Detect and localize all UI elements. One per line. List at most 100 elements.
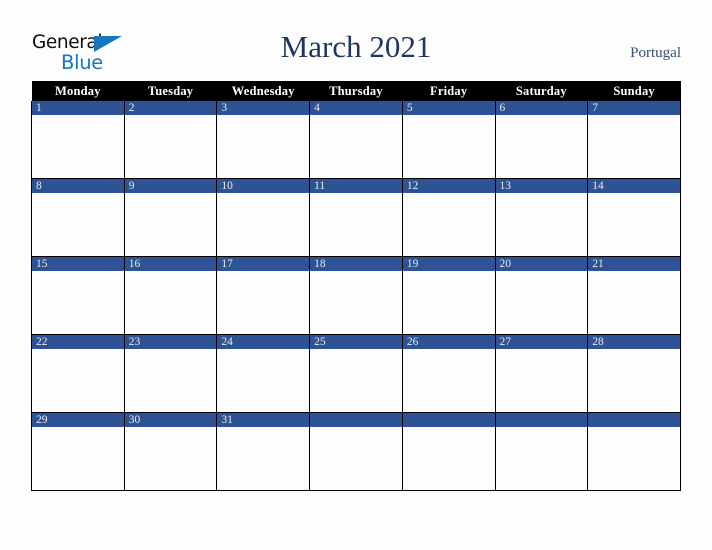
calendar-day-cell[interactable]: 28 — [587, 334, 681, 413]
day-cell-inner: 28 — [588, 335, 680, 412]
day-notes-area[interactable] — [124, 349, 217, 412]
day-cell-inner: 15 — [32, 257, 124, 334]
calendar-day-cell[interactable]: 7 — [587, 101, 681, 179]
calendar-day-cell[interactable]: 31 — [216, 412, 311, 491]
calendar-day-cell[interactable]: 22 — [31, 334, 125, 413]
day-number: 3 — [217, 101, 310, 115]
day-notes-area[interactable] — [32, 193, 124, 256]
calendar-header-row: Monday Tuesday Wednesday Thursday Friday Satu… — [31, 81, 681, 101]
day-number — [588, 413, 680, 427]
day-notes-area[interactable] — [124, 427, 217, 490]
day-notes-area[interactable] — [217, 271, 310, 334]
day-notes-area[interactable] — [588, 115, 680, 178]
weekday-header-wednesday: Wednesday — [216, 81, 310, 101]
calendar-empty-cell[interactable] — [587, 412, 681, 491]
calendar-day-cell[interactable]: 5 — [401, 101, 496, 179]
day-notes-area[interactable] — [217, 427, 310, 490]
day-notes-area[interactable] — [310, 193, 402, 256]
day-number: 1 — [32, 101, 124, 115]
day-notes-area[interactable] — [402, 193, 495, 256]
day-cell-inner: 13 — [495, 179, 588, 256]
day-notes-area[interactable] — [588, 427, 680, 490]
calendar-day-cell[interactable]: 14 — [587, 178, 681, 257]
page-header: General Blue March 2021 Portugal — [0, 0, 712, 81]
day-cell-inner — [588, 413, 680, 490]
calendar-day-cell[interactable]: 13 — [494, 178, 589, 257]
calendar-day-cell[interactable]: 20 — [494, 256, 589, 335]
day-cell-inner: 26 — [402, 335, 495, 412]
day-notes-area[interactable] — [310, 427, 402, 490]
day-notes-area[interactable] — [32, 427, 124, 490]
calendar-day-cell[interactable]: 26 — [401, 334, 496, 413]
day-notes-area[interactable] — [124, 271, 217, 334]
day-notes-area[interactable] — [124, 115, 217, 178]
day-cell-inner: 27 — [495, 335, 588, 412]
calendar-day-cell[interactable]: 4 — [309, 101, 403, 179]
day-notes-area[interactable] — [124, 193, 217, 256]
day-number: 30 — [124, 413, 217, 427]
calendar-day-cell[interactable]: 10 — [216, 178, 311, 257]
day-notes-area[interactable] — [402, 271, 495, 334]
day-notes-area[interactable] — [32, 349, 124, 412]
day-number: 24 — [217, 335, 310, 349]
day-notes-area[interactable] — [32, 271, 124, 334]
day-number: 7 — [588, 101, 680, 115]
weekday-header-sunday: Sunday — [587, 81, 681, 101]
day-cell-inner: 22 — [32, 335, 124, 412]
calendar-day-cell[interactable]: 21 — [587, 256, 681, 335]
day-notes-area[interactable] — [495, 271, 588, 334]
calendar-week-row: 29 30 31 — [31, 412, 681, 491]
calendar-day-cell[interactable]: 24 — [216, 334, 311, 413]
day-notes-area[interactable] — [310, 115, 402, 178]
day-notes-area[interactable] — [402, 349, 495, 412]
calendar-day-cell[interactable]: 8 — [31, 178, 125, 257]
calendar-day-cell[interactable]: 6 — [494, 101, 589, 179]
day-number: 22 — [32, 335, 124, 349]
calendar-body: 1 2 3 4 5 6 7 8 9 10 11 12 13 14 15 16 17 18 19 20 21 22 23 24 2… — [31, 101, 681, 491]
day-notes-area[interactable] — [495, 115, 588, 178]
calendar-day-cell[interactable]: 27 — [494, 334, 589, 413]
calendar-day-cell[interactable]: 16 — [123, 256, 218, 335]
calendar-day-cell[interactable]: 23 — [123, 334, 218, 413]
day-notes-area[interactable] — [217, 349, 310, 412]
calendar-day-cell[interactable]: 29 — [31, 412, 125, 491]
calendar-day-cell[interactable]: 3 — [216, 101, 311, 179]
day-cell-inner: 16 — [124, 257, 217, 334]
day-number: 15 — [32, 257, 124, 271]
day-number: 29 — [32, 413, 124, 427]
day-cell-inner: 31 — [217, 413, 310, 490]
calendar-day-cell[interactable]: 19 — [401, 256, 496, 335]
day-notes-area[interactable] — [32, 115, 124, 178]
calendar-empty-cell[interactable] — [494, 412, 589, 491]
day-notes-area[interactable] — [217, 115, 310, 178]
calendar-day-cell[interactable]: 2 — [123, 101, 218, 179]
calendar-day-cell[interactable]: 25 — [309, 334, 403, 413]
calendar-empty-cell[interactable] — [401, 412, 496, 491]
day-notes-area[interactable] — [310, 349, 402, 412]
day-notes-area[interactable] — [402, 115, 495, 178]
day-notes-area[interactable] — [217, 193, 310, 256]
day-cell-inner: 12 — [402, 179, 495, 256]
calendar-day-cell[interactable]: 18 — [309, 256, 403, 335]
day-notes-area[interactable] — [495, 193, 588, 256]
calendar-day-cell[interactable]: 1 — [31, 101, 125, 179]
day-number: 16 — [124, 257, 217, 271]
calendar-empty-cell[interactable] — [309, 412, 403, 491]
day-notes-area[interactable] — [495, 349, 588, 412]
calendar-day-cell[interactable]: 17 — [216, 256, 311, 335]
calendar-day-cell[interactable]: 9 — [123, 178, 218, 257]
day-cell-inner: 30 — [124, 413, 217, 490]
calendar-day-cell[interactable]: 11 — [309, 178, 403, 257]
calendar-day-cell[interactable]: 12 — [401, 178, 496, 257]
location-label: Portugal — [630, 45, 681, 61]
day-notes-area[interactable] — [495, 427, 588, 490]
day-notes-area[interactable] — [310, 271, 402, 334]
calendar-day-cell[interactable]: 30 — [123, 412, 218, 491]
calendar-day-cell[interactable]: 15 — [31, 256, 125, 335]
day-notes-area[interactable] — [588, 193, 680, 256]
day-number: 19 — [402, 257, 495, 271]
day-notes-area[interactable] — [588, 271, 680, 334]
day-cell-inner: 3 — [217, 101, 310, 178]
day-notes-area[interactable] — [402, 427, 495, 490]
day-notes-area[interactable] — [588, 349, 680, 412]
